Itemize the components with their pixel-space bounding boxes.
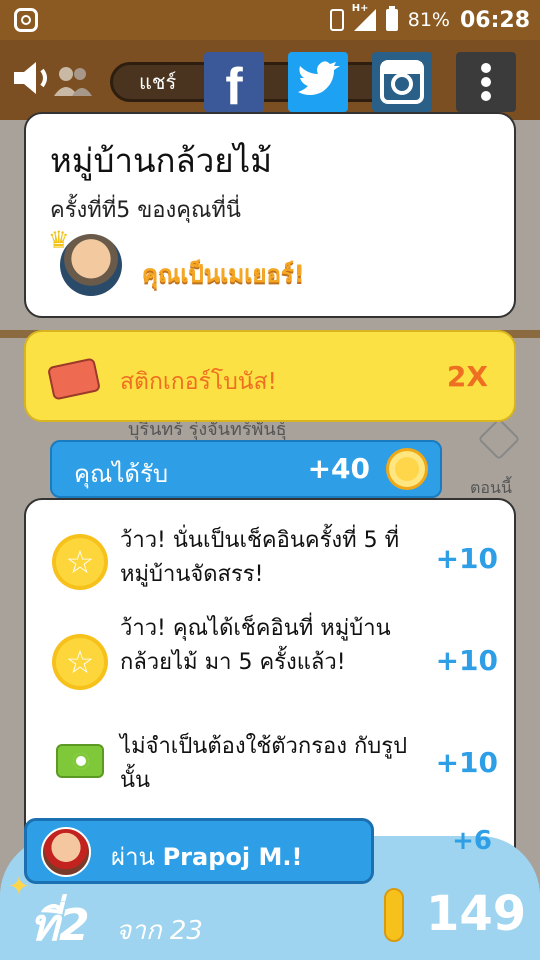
avatar [41, 827, 91, 877]
coin-icon [386, 448, 428, 490]
reward-text: ว้าว! คุณได้เช็คอินที่ หมู่บ้านกล้วยไม้ … [120, 616, 391, 675]
twitter-bird-icon [298, 61, 340, 95]
visit-count: ครั้งที่ที่5 ของคุณที่นี่ [50, 198, 241, 223]
sparkle-icon: ✦ [8, 872, 30, 902]
via-text: ผ่าน Prapoj M.! [111, 837, 302, 876]
earned-points: +40 [307, 452, 370, 485]
partial-reward-points: +6 [452, 826, 492, 856]
mayor-card: หมู่บ้านกล้วยไม้ ครั้งที่ที่5 ของคุณที่น… [24, 112, 516, 318]
total-coins: 149 [426, 886, 527, 942]
more-dots [481, 63, 491, 101]
reward-points: +10 [435, 542, 498, 575]
sticker-bonus-bar: สติกเกอร์โบนัส! 2X [24, 330, 516, 422]
via-name: Prapoj M.! [162, 843, 303, 871]
reward-points: +10 [435, 746, 498, 779]
mayor-text: คุณเป็นเมเยอร์! [142, 260, 305, 288]
star-badge-icon [56, 538, 104, 586]
reward-text: ไม่จำเป็นต้องใช้ตัวกรอง กับรูปนั้น [120, 734, 408, 793]
instagram-camera-icon [380, 60, 424, 104]
clock: 06:28 [459, 7, 530, 33]
reward-points: +10 [435, 644, 498, 677]
battery-icon [385, 6, 398, 31]
sticker-multiplier: 2X [446, 360, 488, 393]
twitter-icon[interactable] [288, 52, 348, 112]
reward-text: ว้าว! นั่นเป็นเช็คอินครั้งที่ 5 ที่ หมู่… [120, 528, 400, 587]
status-bar: H+ 81% 06:28 [0, 0, 540, 40]
sticker-bonus-label: สติกเกอร์โบนัส! [120, 369, 277, 395]
network-type: H+ [351, 3, 369, 14]
venue-name: หมู่บ้านกล้วยไม้ [50, 141, 272, 180]
rank: ที่2 [30, 900, 90, 951]
instagram-notification-icon [14, 8, 38, 32]
via-prefix: ผ่าน [111, 843, 155, 871]
sticker-icon [46, 357, 102, 401]
vibrate-icon [329, 9, 344, 31]
people-icon[interactable] [52, 64, 92, 98]
instagram-icon[interactable] [372, 52, 432, 112]
star-badge-icon [56, 638, 104, 686]
facebook-icon[interactable]: f [204, 52, 264, 116]
camera-icon [56, 744, 104, 778]
earned-label: คุณได้รับ [74, 460, 169, 488]
rank-of: จาก 23 [116, 916, 203, 946]
more-vertical-icon[interactable] [456, 52, 516, 112]
status-indicators: H+ 81% 06:28 [329, 3, 530, 34]
share-label: แชร์ [139, 70, 177, 94]
crown-icon: ♛ [48, 226, 70, 254]
via-bar[interactable]: ผ่าน Prapoj M.! [24, 818, 374, 884]
coins-icon [384, 888, 404, 942]
battery-percent: 81% [407, 9, 450, 31]
toolbar: แชร์ f [0, 40, 540, 120]
earned-bar: คุณได้รับ +40 [50, 440, 442, 498]
signal-icon: H+ [352, 3, 376, 31]
